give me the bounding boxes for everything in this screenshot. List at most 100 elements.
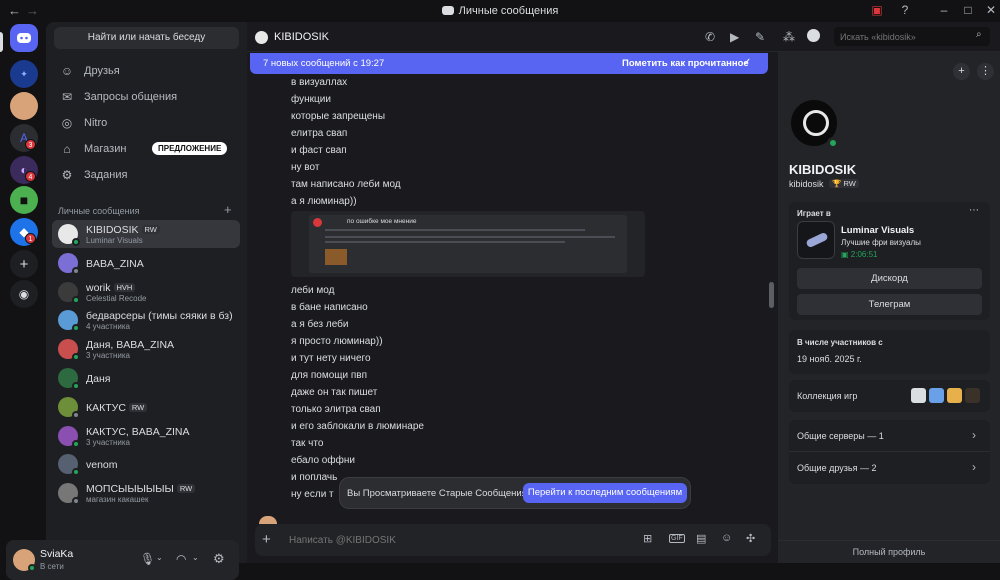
new-messages-banner[interactable]: 7 новых сообщений с 19:27 Пометить как п… bbox=[250, 53, 768, 74]
chat-area: KIBIDOSIK ✆ ▶ ✎ 7 новых сообщений с 19:2… bbox=[247, 22, 778, 563]
create-dm-icon[interactable]: + bbox=[224, 202, 232, 217]
nav-quests[interactable]: ⚙ Задания bbox=[54, 163, 239, 187]
dm-item[interactable]: venom bbox=[52, 450, 240, 478]
dm-item[interactable]: КАКТУС RW bbox=[52, 393, 240, 421]
dm-item[interactable]: KIBIDOSIK RW Luminar Visuals bbox=[52, 220, 240, 248]
search-input[interactable] bbox=[840, 29, 970, 44]
minimize-button[interactable]: – bbox=[937, 3, 951, 17]
dm-name: venom bbox=[86, 459, 118, 471]
voice-call-icon[interactable]: ✆ bbox=[705, 30, 715, 44]
nav-message-requests[interactable]: ✉ Запросы общения bbox=[54, 85, 239, 109]
discord-link-button[interactable]: Дискорд bbox=[797, 268, 982, 289]
full-profile-link[interactable]: Полный профиль bbox=[778, 540, 1000, 557]
gift-icon[interactable]: ⊞ bbox=[643, 532, 652, 545]
status-dot bbox=[72, 468, 80, 477]
help-icon[interactable]: ? bbox=[898, 3, 912, 17]
username-text: kibidosik bbox=[789, 179, 824, 189]
video-call-icon[interactable]: ▶ bbox=[730, 30, 739, 44]
discover-icon[interactable]: ◉ bbox=[10, 280, 38, 308]
header-right: ⁂ ⌕ bbox=[778, 22, 1000, 52]
server-icon[interactable] bbox=[10, 92, 38, 120]
apps-icon[interactable]: ✣ bbox=[746, 532, 755, 545]
mutual-servers-row[interactable]: Общие серверы — 1 › bbox=[789, 420, 990, 452]
message-text: ну если т bbox=[291, 489, 334, 500]
more-options-icon[interactable]: ⋮ bbox=[977, 63, 994, 80]
add-attachment-icon[interactable]: + bbox=[262, 531, 271, 548]
close-button[interactable]: ✕ bbox=[984, 3, 998, 17]
home-button[interactable] bbox=[10, 24, 38, 52]
settings-icon[interactable]: ⚙ bbox=[213, 551, 225, 567]
profile-toggle-icon[interactable] bbox=[807, 29, 820, 42]
dm-item[interactable]: бедварсеры (тимы сяяки в бз) 4 участника bbox=[52, 306, 240, 334]
message-text: я просто люминар)) bbox=[291, 336, 383, 347]
jump-to-present-button[interactable]: Перейти к последним сообщениям bbox=[523, 483, 687, 503]
dm-item[interactable]: КАКТУС, BABA_ZINA 3 участника bbox=[52, 422, 240, 450]
add-friends-icon[interactable]: ⁂ bbox=[783, 30, 795, 44]
status-dot bbox=[72, 324, 80, 333]
activity-description: Лучшие фри визуалы bbox=[841, 238, 921, 247]
nav-friends[interactable]: ☺ Друзья bbox=[54, 59, 239, 83]
message-input[interactable] bbox=[289, 532, 609, 548]
scrollbar-thumb[interactable] bbox=[769, 282, 774, 308]
channel-title: KIBIDOSIK bbox=[274, 31, 330, 43]
server-rail: ✦ A 3 ◐ 4 ■ ◆ 1 + ◉ bbox=[0, 22, 46, 563]
user-name[interactable]: SviaKa bbox=[40, 548, 73, 560]
dm-sidebar: Найти или начать беседу ☺ Друзья ✉ Запросы… bbox=[6, 22, 247, 580]
dm-name-text: BABA_ZINA bbox=[86, 257, 144, 270]
mark-as-read-button[interactable]: Пометить как прочитанное bbox=[622, 58, 749, 69]
dm-name-text: Даня, BABA_ZINA bbox=[86, 339, 175, 352]
profile-panel: + ⋮ KIBIDOSIK kibidosik 🏆 RW Играет в ⋯ … bbox=[778, 52, 1000, 563]
message-text: ебало оффни bbox=[291, 455, 355, 466]
add-friend-icon[interactable]: + bbox=[953, 63, 970, 80]
emoji-icon[interactable]: ☺ bbox=[721, 532, 732, 544]
game-icon bbox=[965, 388, 980, 403]
search-box[interactable]: ⌕ bbox=[834, 27, 990, 46]
microphone-icon[interactable]: 🎙︎ bbox=[140, 552, 155, 566]
nav-shop[interactable]: ⌂ Магазин ПРЕДЛОЖЕНИЕ bbox=[54, 137, 239, 161]
minecraft-server-icon[interactable]: ■ bbox=[10, 186, 38, 214]
gamepad-icon: ▣ bbox=[841, 250, 851, 259]
nav-label: Магазин bbox=[84, 143, 127, 155]
dm-item[interactable]: BABA_ZINA bbox=[52, 249, 240, 277]
user-status-dot bbox=[28, 564, 36, 572]
dm-name-text: КАКТУС, BABA_ZINA bbox=[86, 425, 190, 438]
dm-item[interactable]: МОПСЫЫЫЫЫЫ RW магазин какашек bbox=[52, 479, 240, 507]
mutual-friends-row[interactable]: Общие друзья — 2 › bbox=[789, 452, 990, 484]
chevron-right-icon: › bbox=[972, 460, 976, 474]
window-title-text: Личные сообщения bbox=[458, 5, 559, 17]
dm-item[interactable]: Даня bbox=[52, 364, 240, 392]
add-server-icon[interactable]: + bbox=[10, 250, 38, 278]
pinned-messages-icon[interactable]: ✎ bbox=[755, 30, 765, 44]
dm-name-text: Даня bbox=[86, 373, 111, 385]
dm-name: КАКТУС, BABA_ZINA bbox=[86, 426, 190, 438]
game-collection-card[interactable]: Коллекция игр bbox=[789, 380, 990, 412]
telegram-link-button[interactable]: Телеграм bbox=[797, 294, 982, 315]
nav-nitro[interactable]: ◎ Nitro bbox=[54, 111, 239, 135]
guild-tag: RW bbox=[141, 225, 160, 234]
dm-section-header: Личные сообщения bbox=[58, 206, 140, 216]
dm-item[interactable]: Даня, BABA_ZINA 3 участника bbox=[52, 335, 240, 363]
chevron-down-icon[interactable]: ⌄ bbox=[156, 553, 163, 562]
sticker-icon[interactable]: ▤ bbox=[696, 532, 706, 545]
dm-name-text: KIBIDOSIK bbox=[86, 224, 139, 236]
dm-item[interactable]: worik HVH Celestial Recode bbox=[52, 278, 240, 306]
headphones-icon[interactable]: ◠ bbox=[176, 552, 186, 566]
message-composer[interactable]: + ⊞ GIF ▤ ☺ ✣ bbox=[255, 524, 771, 556]
message-text: леби мод bbox=[291, 285, 335, 296]
maximize-button[interactable]: □ bbox=[961, 3, 975, 17]
activity-card: Играет в ⋯ Luminar Visuals Лучшие фри ви… bbox=[789, 202, 990, 320]
activity-more-icon[interactable]: ⋯ bbox=[969, 205, 979, 216]
chevron-down-icon[interactable]: ⌄ bbox=[192, 553, 199, 562]
update-icon[interactable]: ▣ bbox=[870, 3, 884, 17]
find-conversation-button[interactable]: Найти или начать беседу bbox=[54, 27, 239, 49]
dm-subtitle: 3 участника bbox=[86, 437, 130, 447]
server-icon[interactable]: ✦ bbox=[10, 60, 38, 88]
discord-logo-icon bbox=[17, 33, 31, 43]
new-messages-count: 7 новых сообщений с 19:27 bbox=[263, 58, 385, 69]
game-icon bbox=[947, 388, 962, 403]
guild-tag: HVH bbox=[113, 282, 136, 292]
image-attachment[interactable]: по ошибке мое мнение bbox=[291, 211, 645, 277]
dm-name: КАКТУС RW bbox=[86, 402, 148, 414]
gif-icon[interactable]: GIF bbox=[669, 534, 685, 543]
member-since-card: В числе участников с 19 нояб. 2025 г. bbox=[789, 330, 990, 374]
